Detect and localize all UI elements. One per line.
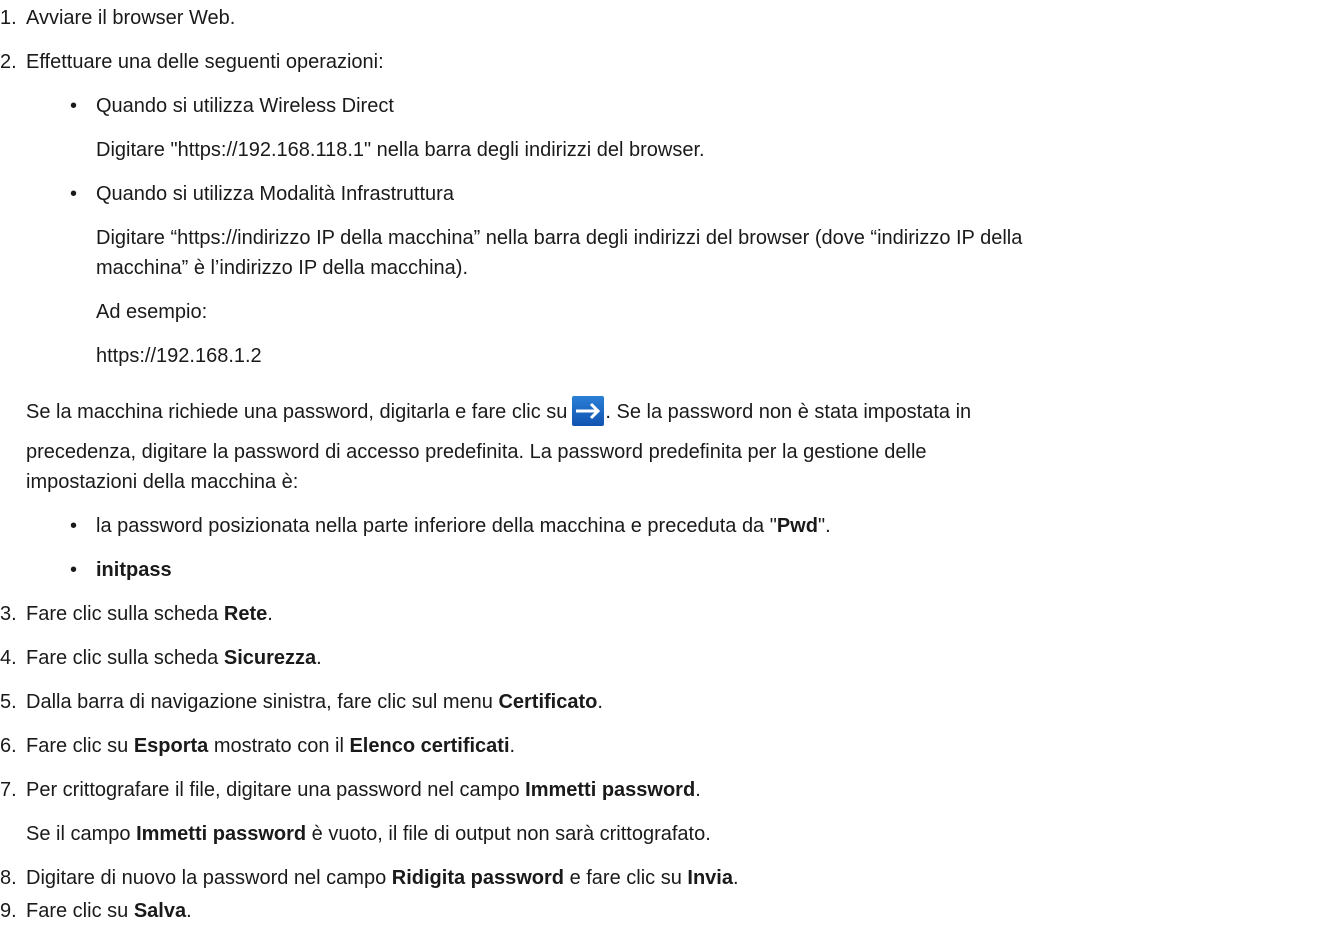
tab-name-rete: Rete [223, 603, 268, 625]
note-text: Se il campo [26, 823, 137, 845]
option-description: Digitare "https://192.168.118.1" nella b… [96, 139, 705, 161]
step-2: 2. Effettuare una delle seguenti operazi… [0, 50, 384, 74]
punctuation: . [509, 735, 516, 757]
option-description-line-2: macchina” è l’indirizzo IP della macchin… [96, 257, 469, 279]
punctuation: . [597, 691, 603, 713]
step-7: 7. Per crittografare il file, digitare u… [0, 778, 701, 802]
password-text: . Se la password non è stata impostata i… [605, 401, 972, 423]
step-text: e fare clic su [564, 867, 688, 889]
step-text: Fare clic su [26, 900, 134, 922]
punctuation: . [695, 779, 701, 801]
tab-name-sicurezza: Sicurezza [223, 647, 317, 669]
step-text: Fare clic su [26, 735, 134, 757]
bullet: • [70, 183, 78, 205]
menu-name-certificato: Certificato [498, 691, 598, 713]
step-number: 6. [0, 735, 17, 757]
step-number: 1. [0, 7, 17, 29]
arrow-right-icon [576, 402, 601, 420]
default-password-value: initpass [96, 559, 172, 581]
step-text: mostrato con il [208, 735, 350, 757]
bullet: • [70, 515, 78, 537]
punctuation: . [316, 647, 322, 669]
step-7-note: Se il campo Immetti password è vuoto, il… [26, 822, 711, 846]
list-name-elenco-certificati: Elenco certificati [349, 735, 510, 757]
step-1: 1. Avviare il browser Web. [0, 6, 235, 30]
step-text: Per crittografare il file, digitare una … [26, 779, 526, 801]
example-url: https://192.168.1.2 [96, 345, 262, 367]
step-number: 3. [0, 603, 17, 625]
step-text: Digitare di nuovo la password nel campo [26, 867, 392, 889]
button-name-invia: Invia [687, 867, 733, 889]
button-name-esporta: Esporta [133, 735, 209, 757]
step-number: 5. [0, 691, 17, 713]
example-label: Ad esempio: [96, 301, 208, 323]
step-text: Fare clic sulla scheda [26, 647, 224, 669]
step-number: 8. [0, 867, 17, 889]
step-8: 8. Digitare di nuovo la password nel cam… [0, 866, 739, 890]
bullet: • [70, 95, 78, 117]
step-number: 7. [0, 779, 17, 801]
field-name-immetti-password: Immetti password [525, 779, 696, 801]
button-name-salva: Salva [133, 900, 187, 922]
step-9: 9. Fare clic su Salva. [0, 899, 192, 923]
note-text: è vuoto, il file di output non sarà crit… [306, 823, 711, 845]
step-number: 9. [0, 900, 17, 922]
submit-arrow-button [572, 396, 605, 426]
field-name-immetti-password: Immetti password [136, 823, 307, 845]
password-instruction: Se la macchina richiede una password, di… [26, 396, 971, 426]
step-text: Fare clic sulla scheda [26, 603, 224, 625]
option-title: Quando si utilizza Modalità Infrastruttu… [96, 183, 454, 205]
punctuation: . [732, 867, 739, 889]
bullet-text-end: ". [817, 515, 831, 537]
bullet: • [70, 559, 78, 581]
step-5: 5. Dalla barra di navigazione sinistra, … [0, 690, 603, 714]
step-4: 4. Fare clic sulla scheda Sicurezza. [0, 646, 322, 670]
punctuation: . [186, 900, 192, 922]
password-instruction-line-2: precedenza, digitare la password di acce… [26, 441, 927, 463]
step-text: Dalla barra di navigazione sinistra, far… [26, 691, 499, 713]
bullet-text: la password posizionata nella parte infe… [96, 515, 777, 537]
step-text: Effettuare una delle seguenti operazioni… [26, 51, 384, 73]
password-instruction-line-3: impostazioni della macchina è: [26, 471, 299, 493]
step-text: Avviare il browser Web. [26, 7, 236, 29]
option-description-line-1: Digitare “https://indirizzo IP della mac… [96, 227, 1023, 249]
step-number: 4. [0, 647, 17, 669]
password-text: Se la macchina richiede una password, di… [26, 401, 568, 423]
step-6: 6. Fare clic su Esporta mostrato con il … [0, 734, 515, 758]
step-number: 2. [0, 51, 17, 73]
field-name-ridigita-password: Ridigita password [391, 867, 565, 889]
pwd-label: Pwd [776, 515, 818, 537]
option-title: Quando si utilizza Wireless Direct [96, 95, 394, 117]
step-3: 3. Fare clic sulla scheda Rete. [0, 602, 273, 626]
punctuation: . [267, 603, 273, 625]
